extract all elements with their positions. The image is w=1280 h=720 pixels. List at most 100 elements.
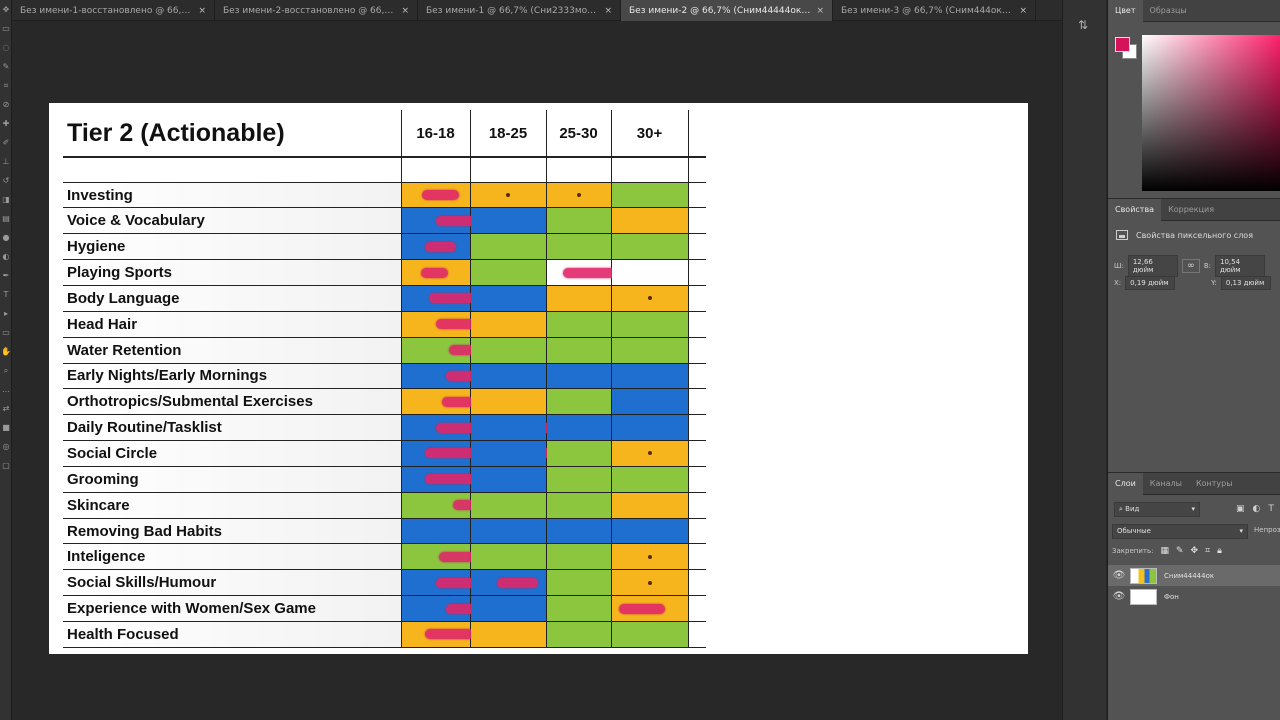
lasso-tool-icon[interactable]: ◌ xyxy=(0,38,12,57)
tab-layers[interactable]: Слои xyxy=(1108,472,1143,495)
close-icon[interactable]: × xyxy=(401,6,409,16)
column-header: 30+ xyxy=(610,110,689,159)
blur-tool-icon[interactable]: ● xyxy=(0,228,12,247)
layer-name: Фон xyxy=(1164,592,1179,601)
marquee-tool-icon[interactable]: ▭ xyxy=(0,19,12,38)
hand-tool-icon[interactable]: ✋ xyxy=(0,342,12,361)
tier-cell xyxy=(545,388,612,416)
lock-artboard-icon[interactable]: ⌗ xyxy=(1205,546,1210,556)
close-icon[interactable]: × xyxy=(198,6,206,16)
screen-mode-icon[interactable]: ▢ xyxy=(0,456,12,475)
tier-cell xyxy=(469,336,547,364)
stamp-tool-icon[interactable]: ⊥ xyxy=(0,152,12,171)
blend-mode-select[interactable]: Обычные ▾ xyxy=(1112,524,1248,539)
document-canvas[interactable]: Tier 2 (Actionable) 16-18 18-25 25-30 30… xyxy=(49,103,1028,654)
y-field[interactable]: 0,13 дюйм xyxy=(1220,276,1271,290)
tab-adjustments[interactable]: Коррекция xyxy=(1161,199,1221,221)
close-icon[interactable]: × xyxy=(816,6,824,16)
layers-panel: Слои Каналы Контуры ⌕ Вид ▾ ▣ ◐ T Обычны… xyxy=(1108,472,1280,720)
document-tab[interactable]: Без имени-2 @ 66,7% (Сним44444ок, RGB/8)… xyxy=(621,0,833,21)
column-header: 16-18 xyxy=(400,110,471,159)
shape-tool-icon[interactable]: ▭ xyxy=(0,323,12,342)
document-tab[interactable]: Без имени-3 @ 66,7% (Сним444ок, RGB/... × xyxy=(833,0,1036,21)
image-filter-icon[interactable]: ▣ xyxy=(1236,504,1245,514)
layer-row[interactable]: 👁︎ Фон xyxy=(1108,586,1280,607)
tier-cell xyxy=(469,362,547,390)
pixel-layer-icon xyxy=(1116,230,1128,240)
dodge-tool-icon[interactable]: ◐ xyxy=(0,247,12,266)
x-field[interactable]: 0,19 дюйм xyxy=(1125,276,1176,290)
zoom-tool-icon[interactable]: ⌕ xyxy=(0,361,12,380)
tier-cell xyxy=(400,388,490,416)
row-label: Removing Bad Habits xyxy=(63,517,402,545)
table-title: Tier 2 (Actionable) xyxy=(63,110,402,159)
crop-tool-icon[interactable]: ⌗ xyxy=(0,76,12,95)
tier-cell xyxy=(545,284,612,312)
document-tab[interactable]: Без имени-1 @ 66,7% (Сни2333мок, RGB/...… xyxy=(418,0,621,21)
canvas-area[interactable]: Tier 2 (Actionable) 16-18 18-25 25-30 30… xyxy=(13,22,1061,720)
history-panel-icon[interactable]: ⇅ xyxy=(1075,18,1091,34)
height-field[interactable]: 10,54 дюйм xyxy=(1215,255,1266,277)
layer-thumbnail xyxy=(1130,567,1157,584)
row-label: Head Hair xyxy=(63,310,402,338)
tab-swatches[interactable]: Образцы xyxy=(1143,0,1194,22)
tier-cell xyxy=(469,465,547,493)
gradient-tool-icon[interactable]: ▤ xyxy=(0,209,12,228)
document-tab[interactable]: Без имени-2-восстановлено @ 66,7% (ph...… xyxy=(215,0,418,21)
tab-color[interactable]: Цвет xyxy=(1108,0,1143,22)
tab-channels[interactable]: Каналы xyxy=(1143,473,1189,495)
layer-row[interactable]: 👁︎ Сним44444ок xyxy=(1108,565,1280,586)
history-brush-tool-icon[interactable]: ↺ xyxy=(0,171,12,190)
eraser-tool-icon[interactable]: ◨ xyxy=(0,190,12,209)
document-tab[interactable]: Без имени-1-восстановлено @ 66,7% (ph...… xyxy=(12,0,215,21)
pen-tool-icon[interactable]: ✒ xyxy=(0,266,12,285)
color-picker-field[interactable] xyxy=(1142,35,1280,191)
lock-all-icon[interactable]: 🔒︎ xyxy=(1217,546,1222,556)
color-swatch-icon[interactable]: ■ xyxy=(0,418,12,437)
close-icon[interactable]: × xyxy=(604,6,612,16)
tier-cell xyxy=(610,388,689,416)
type-filter-icon[interactable]: T xyxy=(1268,504,1274,514)
more-tools-icon[interactable]: … xyxy=(0,380,12,399)
move-tool-icon[interactable]: ✥ xyxy=(0,0,12,19)
tier-cell xyxy=(469,259,547,286)
width-field[interactable]: 12,66 дюйм xyxy=(1127,255,1178,277)
quick-mask-icon[interactable]: ◎ xyxy=(0,437,12,456)
adjust-filter-icon[interactable]: ◐ xyxy=(1253,504,1261,514)
path-select-tool-icon[interactable]: ▸ xyxy=(0,304,12,323)
brush-tool-icon[interactable]: ✐ xyxy=(0,133,12,152)
lock-transparent-icon[interactable]: ▦ xyxy=(1160,546,1169,556)
tier-cell xyxy=(545,414,612,442)
quick-select-tool-icon[interactable]: ✎ xyxy=(0,57,12,76)
table-row: Skincare xyxy=(63,491,706,519)
lock-position-icon[interactable]: ✥ xyxy=(1191,546,1199,556)
tier-cell xyxy=(469,620,547,649)
foreground-color-swatch[interactable] xyxy=(1115,37,1130,52)
eye-icon[interactable]: 👁︎ xyxy=(1108,570,1130,581)
tier-cell xyxy=(469,569,547,597)
type-tool-icon[interactable]: T xyxy=(0,285,12,304)
tier-cell xyxy=(469,414,547,442)
healing-tool-icon[interactable]: ✚ xyxy=(0,114,12,133)
tier-cell xyxy=(400,362,484,390)
swap-colors-icon[interactable]: ⇄ xyxy=(0,399,12,418)
table-row: Grooming xyxy=(63,465,706,493)
tier-cell xyxy=(469,440,547,467)
tier-cell xyxy=(545,336,612,364)
close-icon[interactable]: × xyxy=(1019,6,1027,16)
table-row: Orthotropics/Submental Exercises xyxy=(63,388,706,416)
row-label: Daily Routine/Tasklist xyxy=(63,414,402,442)
layer-filter-select[interactable]: ⌕ Вид ▾ xyxy=(1114,502,1200,517)
tab-paths[interactable]: Контуры xyxy=(1189,473,1240,495)
tier-cell xyxy=(545,362,612,390)
eyedropper-tool-icon[interactable]: ⊘ xyxy=(0,95,12,114)
link-icon[interactable]: ∞ xyxy=(1181,259,1200,273)
document-tab-label: Без имени-2 @ 66,7% (Сним44444ок, RGB/8)… xyxy=(629,5,810,16)
row-label: Hygiene xyxy=(63,233,402,261)
layer-name: Сним44444ок xyxy=(1164,571,1215,580)
properties-title-text: Свойства пиксельного слоя xyxy=(1136,230,1254,240)
tab-properties[interactable]: Свойства xyxy=(1108,198,1162,221)
eye-icon[interactable]: 👁︎ xyxy=(1108,591,1130,602)
lock-pixels-icon[interactable]: ✎ xyxy=(1176,546,1184,556)
column-header: 18-25 xyxy=(469,110,547,159)
